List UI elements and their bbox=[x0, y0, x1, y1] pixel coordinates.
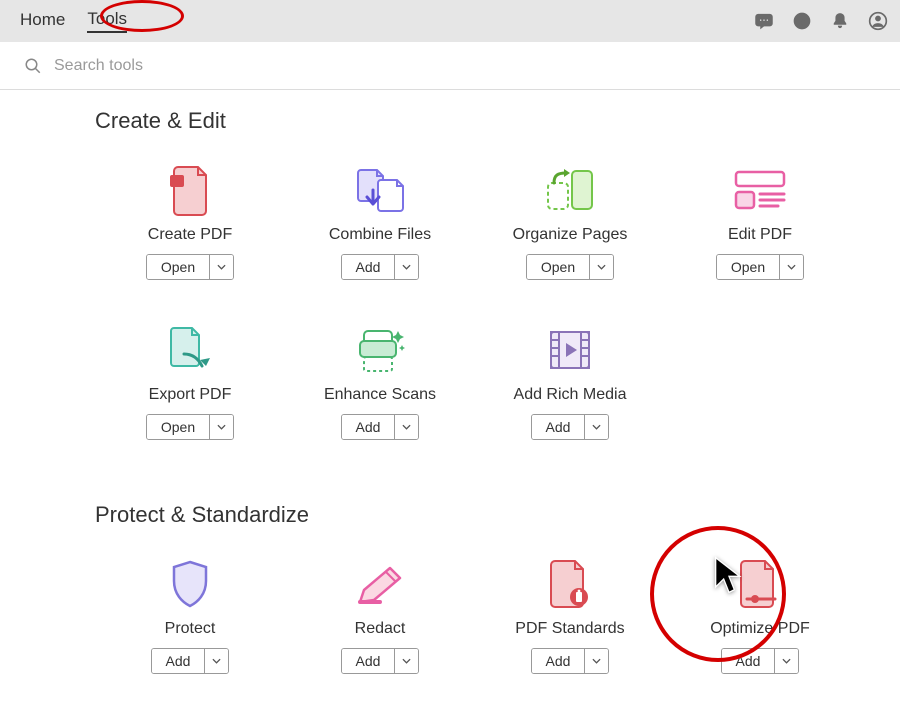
dropdown-button[interactable] bbox=[779, 255, 803, 279]
chat-icon[interactable] bbox=[754, 11, 774, 31]
tool-edit-pdf[interactable]: Edit PDF Open bbox=[665, 154, 855, 314]
tool-label: Export PDF bbox=[149, 386, 232, 404]
pdf-standards-icon bbox=[545, 554, 595, 614]
split-button: Add bbox=[151, 648, 230, 674]
dropdown-button[interactable] bbox=[774, 649, 798, 673]
open-button[interactable]: Open bbox=[527, 255, 589, 279]
dropdown-button[interactable] bbox=[394, 415, 418, 439]
edit-pdf-icon bbox=[732, 160, 788, 220]
tool-protect[interactable]: Protect Add bbox=[95, 548, 285, 708]
combine-files-icon bbox=[351, 160, 409, 220]
tool-combine-files[interactable]: Combine Files Add bbox=[285, 154, 475, 314]
section-title-create-edit: Create & Edit bbox=[95, 108, 900, 134]
split-button: Open bbox=[716, 254, 804, 280]
split-button: Open bbox=[146, 254, 234, 280]
tool-label: Combine Files bbox=[329, 226, 431, 244]
add-button[interactable]: Add bbox=[532, 415, 585, 439]
dropdown-button[interactable] bbox=[584, 415, 608, 439]
dropdown-button[interactable] bbox=[584, 649, 608, 673]
split-button: Add bbox=[531, 414, 610, 440]
protect-icon bbox=[168, 554, 212, 614]
add-button[interactable]: Add bbox=[342, 649, 395, 673]
tool-grid-create-edit: Create PDF Open Combine Files Add bbox=[95, 154, 900, 474]
add-button[interactable]: Add bbox=[342, 415, 395, 439]
topbar-left: Home Tools bbox=[20, 9, 127, 33]
create-pdf-icon bbox=[165, 160, 215, 220]
tool-label: PDF Standards bbox=[515, 620, 624, 638]
redact-icon bbox=[352, 554, 408, 614]
tool-enhance-scans[interactable]: Enhance Scans Add bbox=[285, 314, 475, 474]
add-rich-media-icon bbox=[545, 320, 595, 380]
tool-label: Create PDF bbox=[148, 226, 232, 244]
dropdown-button[interactable] bbox=[204, 649, 228, 673]
open-button[interactable]: Open bbox=[147, 415, 209, 439]
tool-label: Add Rich Media bbox=[514, 386, 627, 404]
optimize-pdf-icon bbox=[735, 554, 785, 614]
tool-add-rich-media[interactable]: Add Rich Media Add bbox=[475, 314, 665, 474]
dropdown-button[interactable] bbox=[209, 415, 233, 439]
tool-label: Optimize PDF bbox=[710, 620, 810, 638]
open-button[interactable]: Open bbox=[147, 255, 209, 279]
split-button: Add bbox=[341, 414, 420, 440]
split-button: Open bbox=[146, 414, 234, 440]
add-button[interactable]: Add bbox=[342, 255, 395, 279]
tab-home[interactable]: Home bbox=[20, 10, 65, 32]
tool-grid-protect-standardize: Protect Add Redact Add bbox=[95, 548, 900, 708]
bell-icon[interactable] bbox=[830, 11, 850, 31]
add-button[interactable]: Add bbox=[722, 649, 775, 673]
tool-export-pdf[interactable]: Export PDF Open bbox=[95, 314, 285, 474]
searchbar bbox=[0, 42, 900, 90]
profile-icon[interactable] bbox=[868, 11, 888, 31]
section-title-protect-standardize: Protect & Standardize bbox=[95, 502, 900, 528]
add-button[interactable]: Add bbox=[152, 649, 205, 673]
export-pdf-icon bbox=[164, 320, 216, 380]
topbar: Home Tools bbox=[0, 0, 900, 42]
section-create-edit: Create & Edit Create PDF Open Combine Fi… bbox=[95, 108, 900, 474]
tool-label: Redact bbox=[355, 620, 406, 638]
split-button: Add bbox=[531, 648, 610, 674]
tool-optimize-pdf[interactable]: Optimize PDF Add bbox=[665, 548, 855, 708]
tool-label: Protect bbox=[165, 620, 216, 638]
split-button: Open bbox=[526, 254, 614, 280]
split-button: Add bbox=[341, 648, 420, 674]
tool-create-pdf[interactable]: Create PDF Open bbox=[95, 154, 285, 314]
dropdown-button[interactable] bbox=[394, 255, 418, 279]
tool-redact[interactable]: Redact Add bbox=[285, 548, 475, 708]
content: Create & Edit Create PDF Open Combine Fi… bbox=[0, 90, 900, 708]
help-icon[interactable] bbox=[792, 11, 812, 31]
tool-organize-pages[interactable]: Organize Pages Open bbox=[475, 154, 665, 314]
open-button[interactable]: Open bbox=[717, 255, 779, 279]
dropdown-button[interactable] bbox=[209, 255, 233, 279]
tab-tools[interactable]: Tools bbox=[87, 9, 127, 33]
split-button: Add bbox=[721, 648, 800, 674]
topbar-right bbox=[754, 11, 888, 31]
tool-label: Organize Pages bbox=[513, 226, 628, 244]
dropdown-button[interactable] bbox=[589, 255, 613, 279]
search-icon bbox=[24, 57, 42, 75]
section-protect-standardize: Protect & Standardize Protect Add Redact bbox=[95, 502, 900, 708]
split-button: Add bbox=[341, 254, 420, 280]
add-button[interactable]: Add bbox=[532, 649, 585, 673]
tool-label: Edit PDF bbox=[728, 226, 792, 244]
dropdown-button[interactable] bbox=[394, 649, 418, 673]
enhance-scans-icon bbox=[352, 320, 408, 380]
tool-label: Enhance Scans bbox=[324, 386, 436, 404]
organize-pages-icon bbox=[542, 160, 598, 220]
tool-pdf-standards[interactable]: PDF Standards Add bbox=[475, 548, 665, 708]
search-input[interactable] bbox=[54, 57, 354, 75]
